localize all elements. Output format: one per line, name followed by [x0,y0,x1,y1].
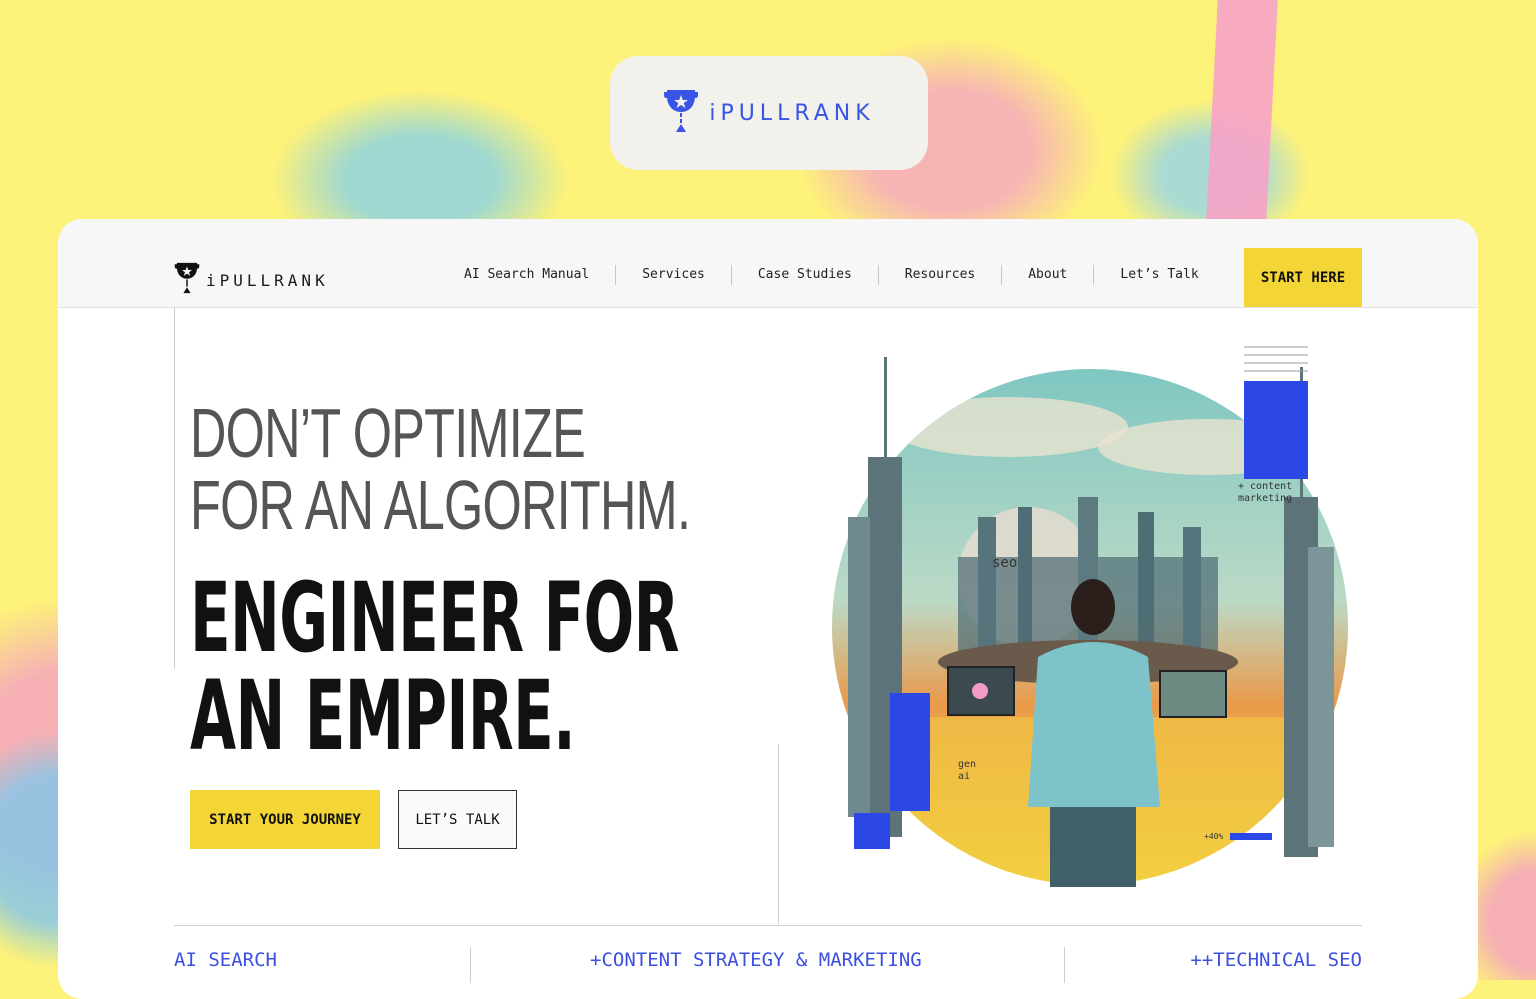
divider [470,947,471,983]
headline-bold: ENGINEER FOR AN EMPIRE. [190,569,679,765]
art-label-ai: ai [958,771,970,782]
blue-block [1244,381,1308,479]
lets-talk-button[interactable]: LET’S TALK [398,790,517,849]
header-lines [1244,346,1308,372]
nav-item-resources[interactable]: Resources [877,265,1001,285]
link-technical-seo[interactable]: ++TECHNICAL SEO [1190,949,1362,971]
blue-block [890,693,930,811]
art-label-marketing: marketing [1238,493,1292,504]
divider [174,925,1362,926]
nav-logo[interactable]: iPULLRANK [174,261,329,300]
nav-item-about[interactable]: About [1001,265,1093,285]
headline-bold-line-2: AN EMPIRE. [190,660,576,772]
hero-illustration: seo + content marketing gen ai +40% [832,346,1348,887]
headline-light-line-2: FOR AN ALGORITHM. [190,466,691,544]
link-ai-search[interactable]: AI SEARCH [174,949,277,971]
top-navigation: iPULLRANK AI Search Manual Services Case… [58,219,1478,308]
nav-item-services[interactable]: Services [615,265,731,285]
link-content-strategy[interactable]: +CONTENT STRATEGY & MARKETING [590,949,922,971]
nav-item-ai-search-manual[interactable]: AI Search Manual [438,265,615,285]
monitor [1159,670,1227,718]
right-tower [1308,547,1334,847]
start-here-button[interactable]: START HERE [1244,248,1362,307]
brand-logo-badge: iPULLRANK [610,56,928,170]
brand-wordmark: iPULLRANK [206,271,329,290]
art-label-percent: +40% [1204,832,1223,841]
start-journey-button[interactable]: START YOUR JOURNEY [190,790,380,849]
website-preview-card: iPULLRANK AI Search Manual Services Case… [58,219,1478,999]
brand-wordmark: iPULLRANK [709,100,875,126]
left-tower [848,517,870,817]
art-label-seo: seo [992,555,1017,571]
nav-item-lets-talk[interactable]: Let’s Talk [1093,265,1224,285]
headline-light-line-1: DON’T OPTIMIZE [190,394,586,472]
art-label-content: + content [1238,481,1292,492]
headline-light: DON’T OPTIMIZE FOR AN ALGORITHM. [190,394,691,544]
blue-block [854,813,890,849]
nav-menu: AI Search Manual Services Case Studies R… [438,265,1225,285]
nav-item-case-studies[interactable]: Case Studies [730,265,878,285]
divider [778,744,779,924]
trophy-icon [174,261,200,300]
divider [1064,947,1065,983]
headline-bold-line-1: ENGINEER FOR [190,562,679,674]
service-links: AI SEARCH +CONTENT STRATEGY & MARKETING … [174,947,1362,983]
trophy-icon [663,88,699,139]
art-label-gen: gen [958,759,976,770]
divider [174,307,175,669]
